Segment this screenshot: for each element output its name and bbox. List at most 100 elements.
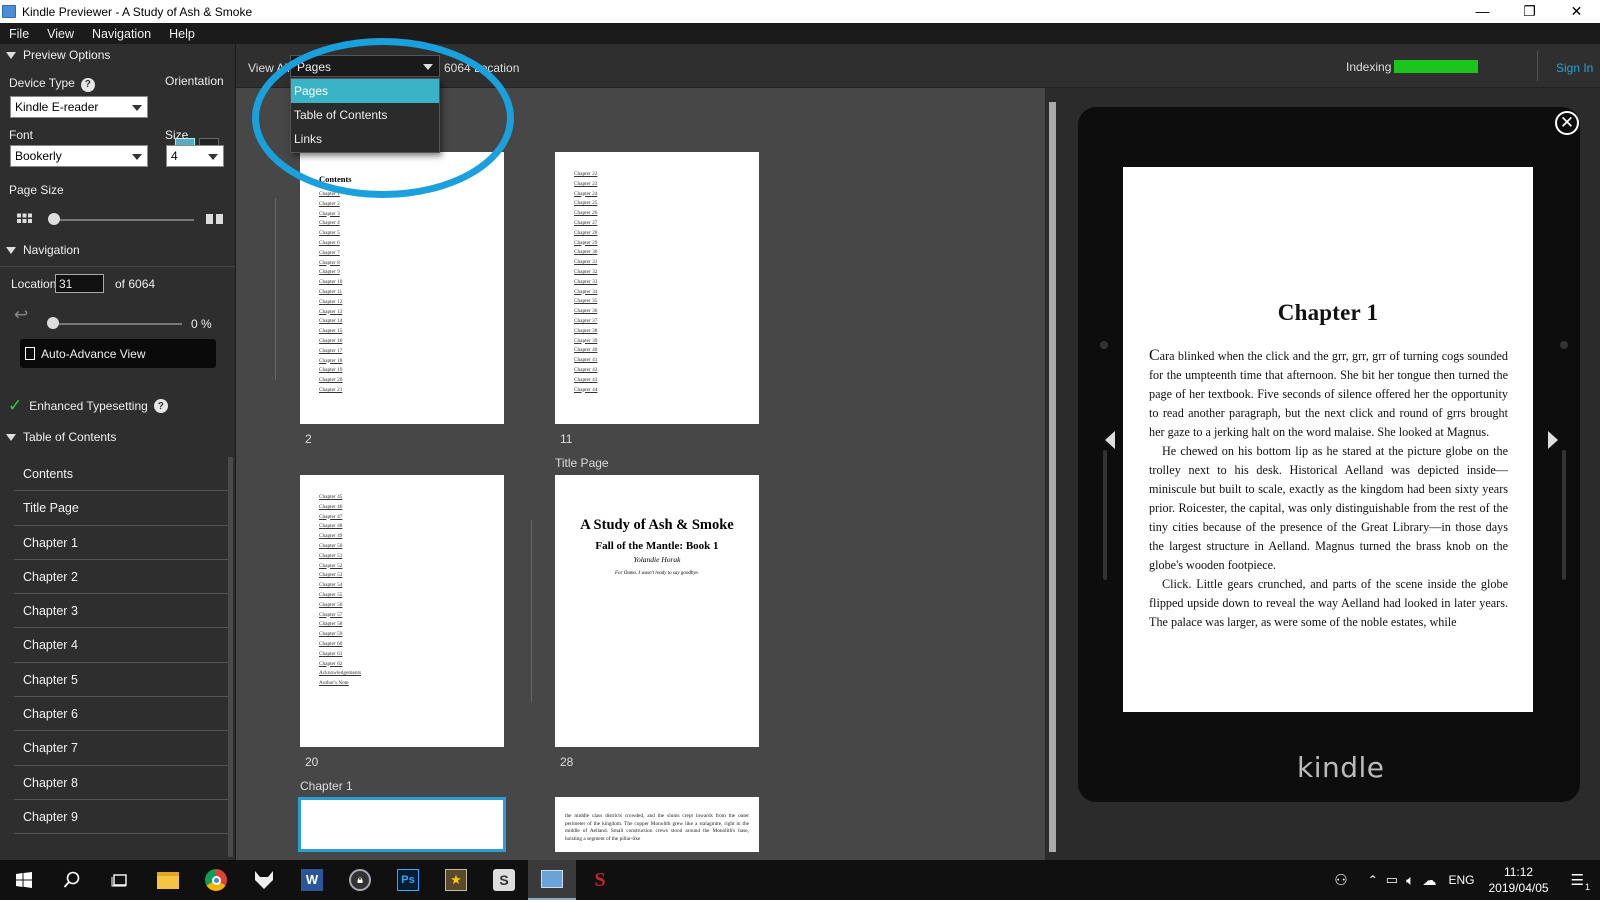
game-app-icon[interactable]: ★	[432, 860, 480, 900]
grid-small-icon	[17, 212, 32, 223]
page-thumbnail-selected[interactable]	[298, 797, 506, 852]
cloud-icon[interactable]: ☁	[1422, 872, 1436, 889]
thumb-link: Chapter 25	[574, 200, 598, 207]
chevron-down-icon	[132, 105, 142, 111]
location-slider[interactable]	[50, 323, 182, 325]
thumb-link: Chapter 1	[319, 191, 340, 197]
page-thumbnail[interactable]: Chapter 45 Chapter 46 Chapter 47 Chapter 48…	[300, 475, 504, 747]
device-type-select[interactable]: Kindle E-reader	[10, 96, 148, 118]
auto-advance-button[interactable]: Auto-Advance View	[20, 339, 216, 368]
menu-help[interactable]: Help	[160, 27, 204, 41]
help-icon[interactable]: ?	[80, 77, 95, 92]
menu-view[interactable]: View	[38, 27, 83, 41]
chevron-up-icon[interactable]: ⌃	[1368, 873, 1378, 887]
toc-list: Contents Title Page Chapter 1 Chapter 2 …	[14, 457, 230, 835]
windows-start-icon[interactable]	[0, 860, 48, 900]
preview-options-header[interactable]: Preview Options	[0, 45, 110, 65]
view-mode-select[interactable]: Pages	[290, 55, 440, 77]
toc-item[interactable]: Title Page	[14, 491, 230, 526]
thumb-link: Chapter 41	[574, 357, 598, 364]
back-icon[interactable]: ↩	[14, 306, 28, 323]
scribd-app-icon[interactable]: S	[576, 860, 624, 900]
page-thumbnail[interactable]: A Study of Ash & Smoke Fall of the Mantl…	[555, 475, 759, 747]
indexing-label: Indexing	[1346, 60, 1392, 74]
thumb-link: Chapter 18	[319, 357, 343, 364]
page-size-slider-handle[interactable]	[48, 213, 60, 225]
clock[interactable]: 11:12 2019/04/05	[1488, 864, 1548, 896]
scrivener-app-icon[interactable]: S	[480, 860, 528, 900]
thumb-link: Chapter 20	[319, 377, 343, 384]
toc-item[interactable]: Chapter 2	[14, 560, 230, 595]
menu-navigation[interactable]: Navigation	[83, 27, 160, 41]
location-slider-handle[interactable]	[47, 317, 59, 329]
toc-scrollbar[interactable]	[228, 457, 233, 857]
menu-bar: File View Navigation Help	[0, 23, 1600, 44]
thumb-link: Chapter 8	[319, 259, 340, 266]
people-icon[interactable]: ⚇	[1334, 871, 1347, 889]
search-icon[interactable]	[48, 860, 96, 900]
network-icon[interactable]: ▭	[1386, 872, 1398, 888]
chrome-icon[interactable]	[192, 860, 240, 900]
thumb-link: Chapter 34	[574, 288, 598, 295]
device-dot	[1560, 341, 1568, 349]
toc-item[interactable]: Chapter 1	[14, 526, 230, 560]
page-thumbnail[interactable]: Contents Chapter 1 Chapter 2 Chapter 3 Chap…	[300, 152, 504, 424]
help-icon[interactable]: ?	[153, 399, 168, 413]
notifications-icon[interactable]: ☰ 1	[1571, 871, 1590, 892]
menu-file[interactable]: File	[0, 27, 38, 41]
toc-header[interactable]: Table of Contents	[0, 427, 116, 447]
toc-item[interactable]: Chapter 6	[14, 697, 230, 732]
location-input[interactable]	[55, 274, 104, 293]
fox-app-icon[interactable]	[240, 860, 288, 900]
next-page-arrow-icon[interactable]	[1548, 431, 1558, 449]
thumb-link: Chapter 7	[319, 249, 340, 256]
restore-button[interactable]: ❐	[1506, 0, 1553, 23]
dropdown-option-links[interactable]: Links	[291, 127, 439, 151]
chevron-down-icon	[423, 64, 433, 70]
toc-item[interactable]: Chapter 7	[14, 731, 230, 766]
toc-item[interactable]: Contents	[14, 457, 230, 492]
thumb-link: Chapter 10	[319, 279, 343, 286]
file-explorer-icon[interactable]	[144, 860, 192, 900]
thumb-link: Chapter 51	[319, 552, 343, 559]
language-indicator[interactable]: ENG	[1448, 873, 1474, 887]
thumb-link: Chapter 61	[319, 650, 343, 657]
close-window-button[interactable]: ✕	[1553, 0, 1600, 23]
dropdown-option-toc[interactable]: Table of Contents	[291, 103, 439, 127]
thumb-link: Chapter 49	[319, 533, 343, 540]
kindle-previewer-app-icon	[2, 5, 16, 18]
page-thumbnail[interactable]: Chapter 22 Chapter 23 Chapter 24 Chapter 25…	[555, 152, 759, 424]
collapse-triangle-icon	[6, 433, 16, 441]
toc-item[interactable]: Chapter 4	[14, 628, 230, 663]
thumbnail-scrollbar[interactable]	[1049, 102, 1056, 852]
page-thumbnail[interactable]: the middle class districts crowded, and …	[555, 797, 759, 852]
minimize-button[interactable]: —	[1459, 0, 1506, 23]
toc-item[interactable]: Chapter 9	[14, 800, 230, 835]
thumb-link: Chapter 16	[319, 337, 343, 344]
thumb-link: Chapter 12	[319, 298, 343, 305]
kindle-previewer-taskbar-icon[interactable]	[528, 860, 576, 900]
dropdown-option-pages[interactable]: Pages	[291, 79, 439, 103]
toc-item[interactable]: Chapter 8	[14, 766, 230, 800]
page-size-slider[interactable]	[50, 219, 194, 221]
toc-item[interactable]: Chapter 5	[14, 663, 230, 698]
thumb-link: Chapter 58	[319, 621, 343, 628]
vpn-icon[interactable]: 🔒︎	[336, 860, 384, 900]
thumb-link: Chapter 40	[574, 347, 598, 354]
navigation-header[interactable]: Navigation	[0, 240, 80, 260]
device-type-label: Device Type?	[9, 76, 95, 92]
font-select[interactable]: Bookerly	[10, 145, 148, 167]
thumb-link: Acknowledgements	[319, 670, 362, 677]
task-view-icon[interactable]	[96, 860, 144, 900]
sign-in-link[interactable]: Sign In	[1556, 61, 1593, 75]
volume-icon[interactable]: 🔈︎	[1406, 872, 1414, 889]
thumb-link: Chapter 37	[574, 317, 598, 324]
photoshop-icon[interactable]: Ps	[384, 860, 432, 900]
size-select[interactable]: 4	[166, 145, 224, 167]
toc-item[interactable]: Chapter 3	[14, 594, 230, 629]
word-icon[interactable]: W	[288, 860, 336, 900]
close-preview-button[interactable]: ✕	[1555, 111, 1579, 135]
previous-page-arrow-icon[interactable]	[1105, 431, 1115, 449]
thumb-link-list: Chapter 1 Chapter 2 Chapter 3 Chapter 4 Chap…	[319, 190, 342, 396]
clock-date: 2019/04/05	[1488, 881, 1549, 895]
